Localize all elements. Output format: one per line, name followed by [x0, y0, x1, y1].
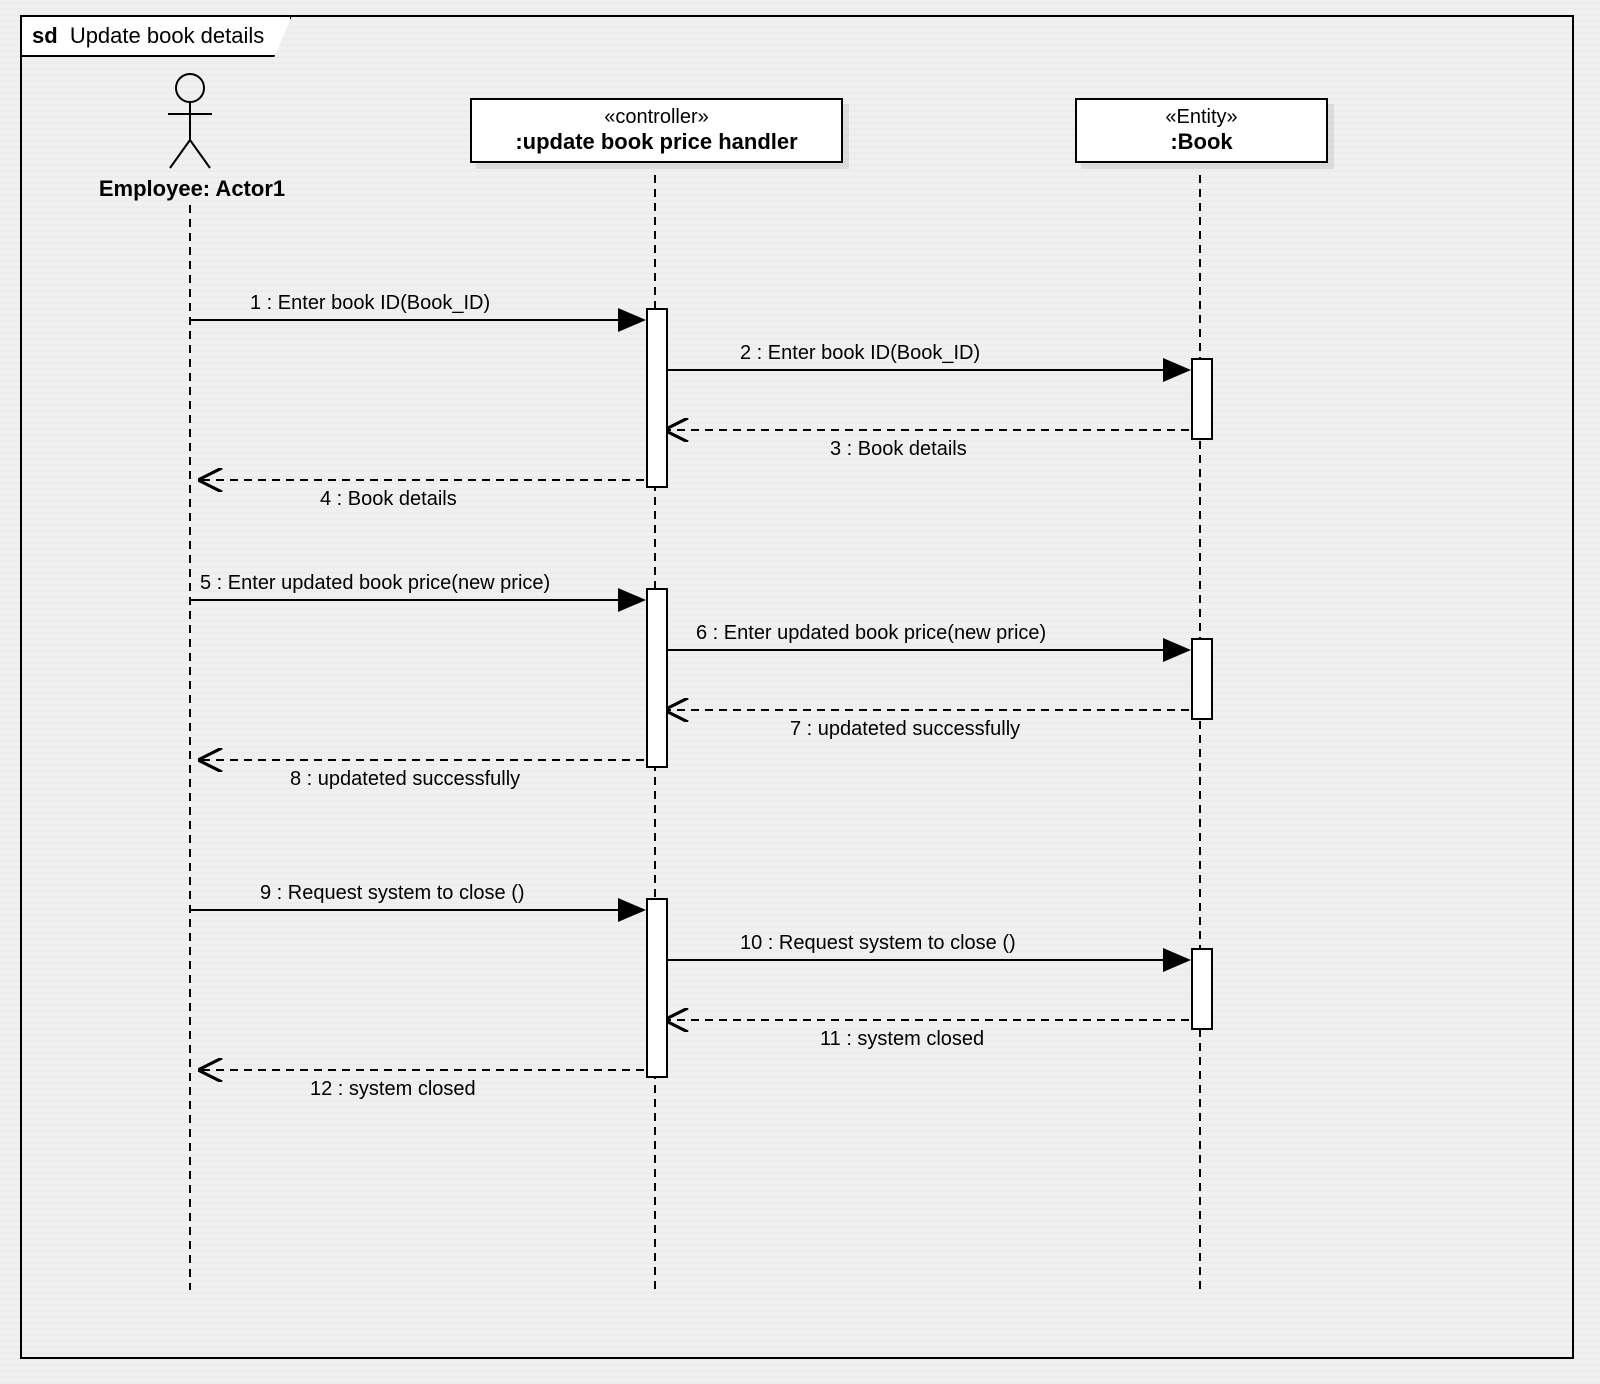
msg-12-label: 12 : system closed [310, 1078, 476, 1101]
msg-9-label: 9 : Request system to close () [260, 882, 525, 905]
entity-name: :Book [1089, 129, 1314, 155]
activation-controller-3 [646, 898, 668, 1078]
msg-8-label: 8 : updateted successfully [290, 768, 520, 791]
msg-11-label: 11 : system closed [820, 1028, 984, 1051]
activation-controller-2 [646, 588, 668, 768]
controller-stereotype: «controller» [484, 106, 829, 129]
msg-10-label: 10 : Request system to close () [740, 932, 1016, 955]
msg-2-label: 2 : Enter book ID(Book_ID) [740, 342, 980, 365]
lifeline-controller-head: «controller» :update book price handler [470, 98, 843, 163]
activation-controller-1 [646, 308, 668, 488]
diagram-canvas [0, 0, 1600, 1384]
msg-5-label: 5 : Enter updated book price(new price) [200, 572, 550, 595]
actor-icon [168, 74, 212, 168]
activation-entity-3 [1191, 948, 1213, 1030]
actor-label: Employee: Actor1 [62, 176, 322, 202]
msg-7-label: 7 : updateted successfully [790, 718, 1020, 741]
msg-6-label: 6 : Enter updated book price(new price) [696, 622, 1046, 645]
msg-1-label: 1 : Enter book ID(Book_ID) [250, 292, 490, 315]
msg-4-label: 4 : Book details [320, 488, 457, 511]
activation-entity-1 [1191, 358, 1213, 440]
msg-3-label: 3 : Book details [830, 438, 967, 461]
controller-name: :update book price handler [484, 129, 829, 155]
lifeline-entity-head: «Entity» :Book [1075, 98, 1328, 163]
entity-stereotype: «Entity» [1089, 106, 1314, 129]
activation-entity-2 [1191, 638, 1213, 720]
